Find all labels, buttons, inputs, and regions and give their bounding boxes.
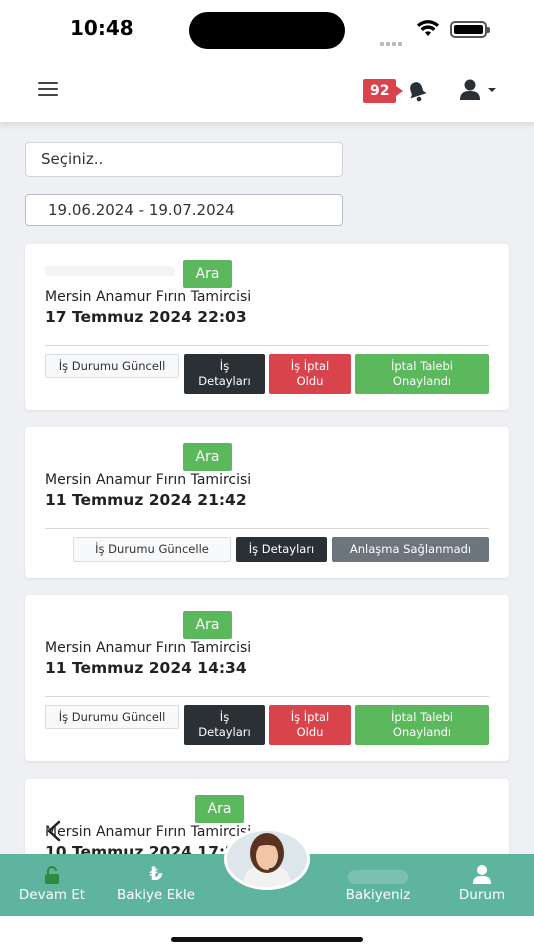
call-button[interactable]: Ara (183, 611, 232, 639)
hamburger-menu-icon[interactable] (38, 82, 58, 96)
notification-count-badge[interactable]: 92 (363, 79, 405, 103)
category-select[interactable]: Seçiniz.. (25, 142, 343, 177)
divider (45, 528, 489, 529)
call-button[interactable]: Ara (183, 260, 232, 288)
job-details-button[interactable]: İş Detayları (184, 705, 265, 745)
job-date: 11 Temmuz 2024 14:34 (45, 659, 247, 677)
status-time: 10:48 (70, 16, 134, 40)
divider (45, 345, 489, 346)
update-status-button[interactable]: İş Durumu Güncell (45, 705, 179, 729)
no-agreement-button[interactable]: Anlaşma Sağlanmadı (332, 537, 489, 562)
call-button[interactable]: Ara (195, 795, 244, 823)
job-date: 11 Temmuz 2024 21:42 (45, 491, 247, 509)
user-icon (473, 865, 491, 884)
job-card: Ara Mersin Anamur Fırın Tamircisi 11 Tem… (25, 595, 509, 761)
job-cancelled-button[interactable]: İş İptal Oldu (269, 705, 351, 745)
bell-icon[interactable] (406, 80, 428, 102)
agent-portrait (227, 831, 307, 887)
job-card: Ara Mersin Anamur Fırın Tamircisi 17 Tem… (25, 244, 509, 410)
job-cancelled-button[interactable]: İş İptal Oldu (269, 354, 351, 394)
back-arrow-icon[interactable] (44, 820, 64, 842)
job-details-button[interactable]: İş Detayları (184, 354, 265, 394)
job-details-button[interactable]: İş Detayları (236, 537, 327, 562)
wifi-icon (417, 20, 439, 36)
job-card: Ara Mersin Anamur Fırın Tamircisi 11 Tem… (25, 427, 509, 578)
tab-bakiye-ekle[interactable]: ₺ Bakiye Ekle (110, 854, 202, 916)
cancel-request-approved-button[interactable]: İptal Talebi Onaylandı (355, 354, 489, 394)
divider (45, 696, 489, 697)
job-date: 17 Temmuz 2024 22:03 (45, 308, 247, 326)
tab-label: Bakiyeniz (345, 887, 411, 903)
customer-name-redacted (45, 266, 175, 276)
user-menu-icon[interactable] (458, 78, 500, 104)
top-nav: 92 (0, 62, 534, 122)
tab-label: Durum (458, 887, 506, 903)
tab-devam-et[interactable]: Devam Et (10, 854, 94, 916)
dynamic-island (189, 12, 345, 49)
home-indicator[interactable] (171, 937, 363, 942)
lira-icon: ₺ (149, 863, 163, 885)
support-agent-avatar[interactable] (224, 828, 310, 890)
update-status-button[interactable]: İş Durumu Güncelle (73, 537, 231, 562)
call-button[interactable]: Ara (183, 443, 232, 471)
tab-label: Devam Et (18, 887, 86, 903)
battery-icon (450, 21, 490, 38)
tab-label: Bakiye Ekle (116, 887, 196, 903)
home-indicator-area (0, 916, 534, 950)
update-status-button[interactable]: İş Durumu Güncell (45, 354, 179, 378)
job-title: Mersin Anamur Fırın Tamircisi (45, 824, 252, 840)
date-range-input[interactable]: 19.06.2024 - 19.07.2024 (25, 194, 343, 226)
job-title: Mersin Anamur Fırın Tamircisi (45, 640, 252, 656)
tab-durum[interactable]: Durum (446, 854, 518, 916)
status-bar: 10:48 (0, 0, 534, 62)
cancel-request-approved-button[interactable]: İptal Talebi Onaylandı (355, 705, 489, 745)
unlock-icon (45, 866, 59, 884)
tab-bakiyeniz[interactable]: Bakiyeniz (336, 854, 420, 916)
cellular-signal-icon (380, 31, 406, 46)
job-title: Mersin Anamur Fırın Tamircisi (45, 289, 252, 305)
wallet-icon (348, 870, 408, 884)
job-title: Mersin Anamur Fırın Tamircisi (45, 472, 252, 488)
